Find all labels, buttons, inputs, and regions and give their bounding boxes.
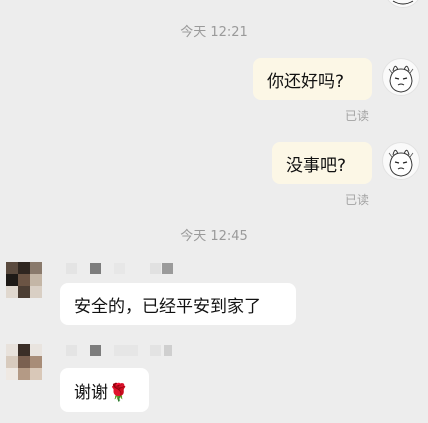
- contact-avatar[interactable]: [6, 344, 42, 380]
- self-avatar[interactable]: [382, 142, 420, 180]
- outgoing-message[interactable]: 你还好吗?: [253, 58, 372, 100]
- contact-name-mosaic: [66, 345, 176, 357]
- cartoon-face-icon: [388, 65, 414, 93]
- outgoing-message[interactable]: 没事吧?: [272, 142, 372, 184]
- timestamp: 今天 12:21: [180, 25, 248, 40]
- self-avatar[interactable]: [382, 58, 420, 96]
- incoming-message[interactable]: 谢谢🌹: [60, 368, 149, 412]
- timestamp: 今天 12:45: [180, 229, 248, 244]
- incoming-message[interactable]: 安全的，已经平安到家了: [60, 283, 296, 325]
- read-status: 已读: [345, 109, 370, 123]
- read-status: 已读: [345, 193, 370, 207]
- message-text: 安全的，已经平安到家了: [74, 296, 261, 317]
- cartoon-face-icon: [392, 0, 414, 5]
- contact-name-mosaic: [66, 263, 176, 275]
- message-text: 你还好吗?: [267, 71, 345, 92]
- message-text: 谢谢🌹: [74, 382, 130, 403]
- contact-avatar[interactable]: [6, 262, 42, 298]
- cartoon-face-icon: [388, 149, 414, 177]
- message-text: 没事吧?: [286, 155, 347, 176]
- self-avatar-partial[interactable]: [384, 0, 422, 8]
